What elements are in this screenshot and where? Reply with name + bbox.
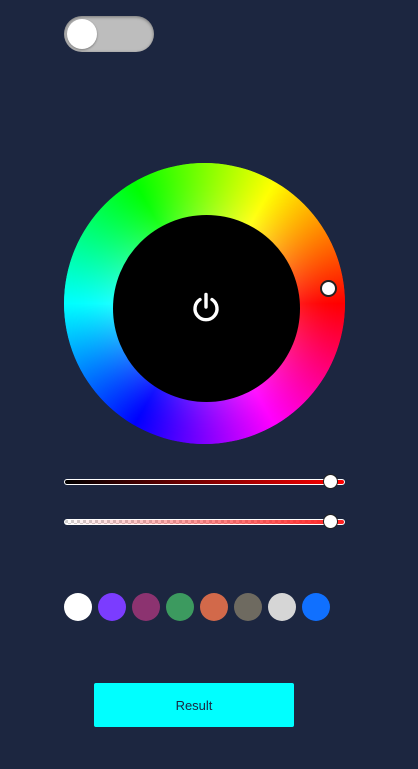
opacity-slider-thumb[interactable] — [322, 514, 338, 529]
color-wheel[interactable] — [64, 163, 345, 444]
color-swatch[interactable] — [166, 593, 194, 621]
color-swatch[interactable] — [234, 593, 262, 621]
color-wheel-handle[interactable] — [320, 280, 337, 297]
power-toggle[interactable] — [64, 16, 154, 52]
result-button[interactable]: Result — [94, 683, 294, 727]
brightness-slider-thumb[interactable] — [322, 474, 338, 489]
color-swatch[interactable] — [302, 593, 330, 621]
opacity-slider[interactable] — [64, 514, 345, 529]
toggle-knob[interactable] — [67, 19, 97, 49]
color-swatch[interactable] — [64, 593, 92, 621]
color-picker-app: Result — [0, 0, 418, 769]
preset-swatches — [64, 593, 330, 621]
brightness-slider[interactable] — [64, 474, 345, 489]
color-swatch[interactable] — [132, 593, 160, 621]
color-wheel-center — [113, 215, 300, 402]
color-swatch[interactable] — [200, 593, 228, 621]
color-swatch[interactable] — [98, 593, 126, 621]
power-icon[interactable] — [189, 291, 223, 325]
color-swatch[interactable] — [268, 593, 296, 621]
